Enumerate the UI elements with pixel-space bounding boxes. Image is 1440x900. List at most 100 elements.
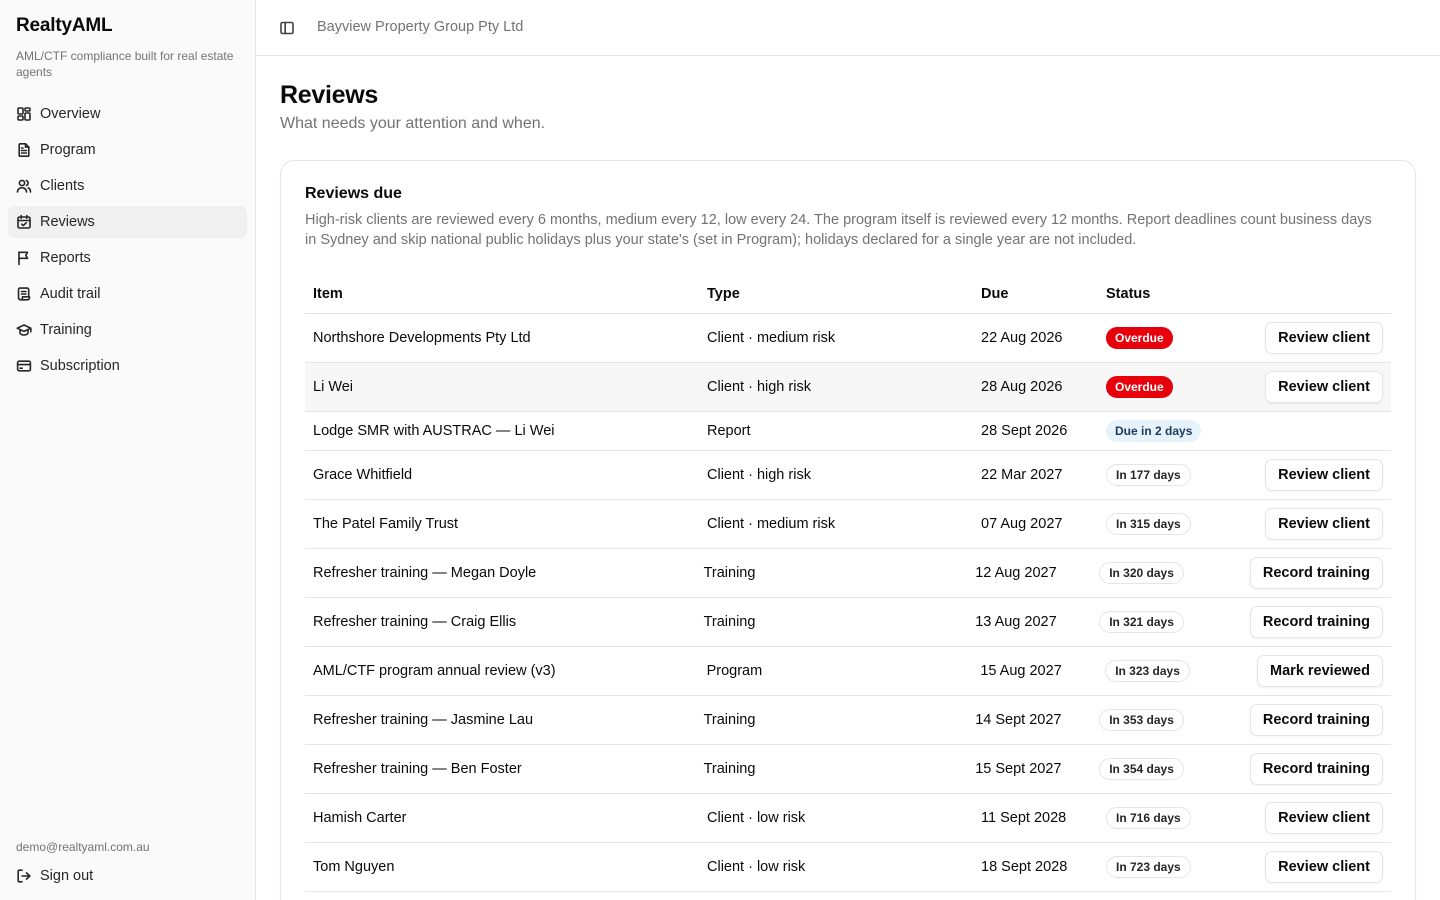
table-row: Grace Whitfield Client · high risk 22 Mar … xyxy=(305,451,1391,500)
table-row: Refresher training — Ben Foster Training 1… xyxy=(305,745,1391,794)
table-body: Northshore Developments Pty Ltd Client · … xyxy=(305,314,1391,892)
column-header-status: Status xyxy=(1106,285,1151,302)
sidebar-item-audit-trail[interactable]: Audit trail xyxy=(8,278,247,310)
row-status: In 323 days xyxy=(1097,660,1257,682)
table-row: Refresher training — Megan Doyle Training… xyxy=(305,549,1391,598)
table-row: AML/CTF program annual review (v3) Progra… xyxy=(305,647,1391,696)
sidebar-item-program[interactable]: Program xyxy=(8,134,247,166)
flag-icon xyxy=(16,250,32,266)
record-training-button[interactable]: Record training xyxy=(1249,557,1383,589)
organization-name: Bayview Property Group Pty Ltd xyxy=(317,19,524,35)
row-due-date: 22 Mar 2027 xyxy=(981,467,1063,483)
sidebar-toggle-button[interactable] xyxy=(273,14,301,42)
column-header-item: Item xyxy=(313,285,343,302)
graduation-cap-icon xyxy=(16,322,32,338)
row-action: Review client xyxy=(1258,459,1391,491)
sidebar-item-label: Reports xyxy=(40,250,91,266)
row-action: Review client xyxy=(1258,371,1391,403)
table-row: Refresher training — Jasmine Lau Training… xyxy=(305,696,1391,745)
row-action: Review client xyxy=(1258,802,1391,834)
review-client-button[interactable]: Review client xyxy=(1265,459,1383,491)
users-icon xyxy=(16,178,32,194)
sidebar-item-label: Clients xyxy=(40,178,85,194)
table-header: Item Type Due Status xyxy=(305,274,1391,314)
row-item: Refresher training — Craig Ellis xyxy=(313,614,517,630)
row-status: In 315 days xyxy=(1098,513,1258,535)
row-due-date: 28 Sept 2026 xyxy=(981,423,1068,439)
status-badge: In 716 days xyxy=(1106,807,1191,829)
sidebar-item-overview[interactable]: Overview xyxy=(8,98,247,130)
page-title: Reviews xyxy=(280,81,378,109)
status-badge: In 723 days xyxy=(1106,856,1191,878)
record-training-button[interactable]: Record training xyxy=(1249,606,1383,638)
log-out-icon xyxy=(16,868,32,884)
row-type: Training xyxy=(703,614,756,630)
row-status: In 353 days xyxy=(1091,709,1250,731)
sidebar-item-training[interactable]: Training xyxy=(8,314,247,346)
row-item: Refresher training — Megan Doyle xyxy=(313,565,537,581)
status-badge: In 177 days xyxy=(1106,464,1191,486)
row-due-date: 15 Aug 2027 xyxy=(980,663,1062,679)
sign-out-label: Sign out xyxy=(40,868,94,884)
row-action: Record training xyxy=(1249,606,1391,638)
row-status: In 716 days xyxy=(1098,807,1258,829)
row-status: In 177 days xyxy=(1098,464,1258,486)
row-item: Tom Nguyen xyxy=(313,859,395,875)
row-due-date: 12 Aug 2027 xyxy=(975,565,1057,581)
sidebar-item-clients[interactable]: Clients xyxy=(8,170,247,202)
user-email: demo@realtyaml.com.au xyxy=(16,840,150,854)
sidebar-item-label: Training xyxy=(40,322,92,338)
layout-dashboard-icon xyxy=(16,106,32,122)
row-due-date: 28 Aug 2026 xyxy=(981,379,1063,395)
review-client-button[interactable]: Review client xyxy=(1265,508,1383,540)
reviews-due-card: Reviews due High-risk clients are review… xyxy=(280,160,1416,900)
mark-reviewed-button[interactable]: Mark reviewed xyxy=(1257,655,1383,687)
row-item: Northshore Developments Pty Ltd xyxy=(313,330,531,346)
row-action: Review client xyxy=(1258,322,1391,354)
card-title: Reviews due xyxy=(305,185,402,202)
app-tagline: AML/CTF compliance built for real estate… xyxy=(16,49,234,79)
row-item: Grace Whitfield xyxy=(313,467,413,483)
record-training-button[interactable]: Record training xyxy=(1249,753,1383,785)
row-item: The Patel Family Trust xyxy=(313,516,459,532)
row-type: Training xyxy=(703,761,756,777)
panel-left-icon xyxy=(279,20,295,36)
row-type: Client · medium risk xyxy=(707,516,836,532)
row-item: Hamish Carter xyxy=(313,810,407,826)
sidebar-item-label: Overview xyxy=(40,106,101,122)
review-client-button[interactable]: Review client xyxy=(1265,322,1383,354)
row-due-date: 15 Sept 2027 xyxy=(975,761,1062,777)
record-training-button[interactable]: Record training xyxy=(1249,704,1383,736)
row-due-date: 22 Aug 2026 xyxy=(981,330,1063,346)
status-badge: In 323 days xyxy=(1105,660,1190,682)
table-row: Northshore Developments Pty Ltd Client · … xyxy=(305,314,1391,363)
sidebar-item-label: Subscription xyxy=(40,358,120,374)
sidebar-item-label: Audit trail xyxy=(40,286,101,302)
review-client-button[interactable]: Review client xyxy=(1265,851,1383,883)
row-due-date: 13 Aug 2027 xyxy=(975,614,1057,630)
row-type: Report xyxy=(707,423,751,439)
sidebar-item-subscription[interactable]: Subscription xyxy=(8,350,247,382)
table-row: Lodge SMR with AUSTRAC — Li Wei Report 28 … xyxy=(305,412,1391,451)
sidebar: RealtyAML AML/CTF compliance built for r… xyxy=(0,0,256,900)
row-status: Overdue xyxy=(1098,327,1258,349)
review-client-button[interactable]: Review client xyxy=(1265,371,1383,403)
status-badge: In 353 days xyxy=(1099,709,1184,731)
row-status: Overdue xyxy=(1098,376,1258,398)
row-type: Training xyxy=(703,712,756,728)
row-action: Mark reviewed xyxy=(1257,655,1391,687)
row-type: Client · high risk xyxy=(707,467,811,483)
row-action: Record training xyxy=(1249,557,1391,589)
row-type: Program xyxy=(706,663,763,679)
row-type: Client · low risk xyxy=(707,810,806,826)
row-type: Training xyxy=(703,565,756,581)
review-client-button[interactable]: Review client xyxy=(1265,802,1383,834)
sidebar-item-reviews[interactable]: Reviews xyxy=(8,206,247,238)
row-status: In 320 days xyxy=(1091,562,1250,584)
row-type: Client · high risk xyxy=(707,379,811,395)
row-item: AML/CTF program annual review (v3) xyxy=(313,663,556,679)
calendar-check-icon xyxy=(16,214,32,230)
row-type: Client · low risk xyxy=(707,859,806,875)
sidebar-item-reports[interactable]: Reports xyxy=(8,242,247,274)
sign-out-button[interactable]: Sign out xyxy=(8,860,247,892)
